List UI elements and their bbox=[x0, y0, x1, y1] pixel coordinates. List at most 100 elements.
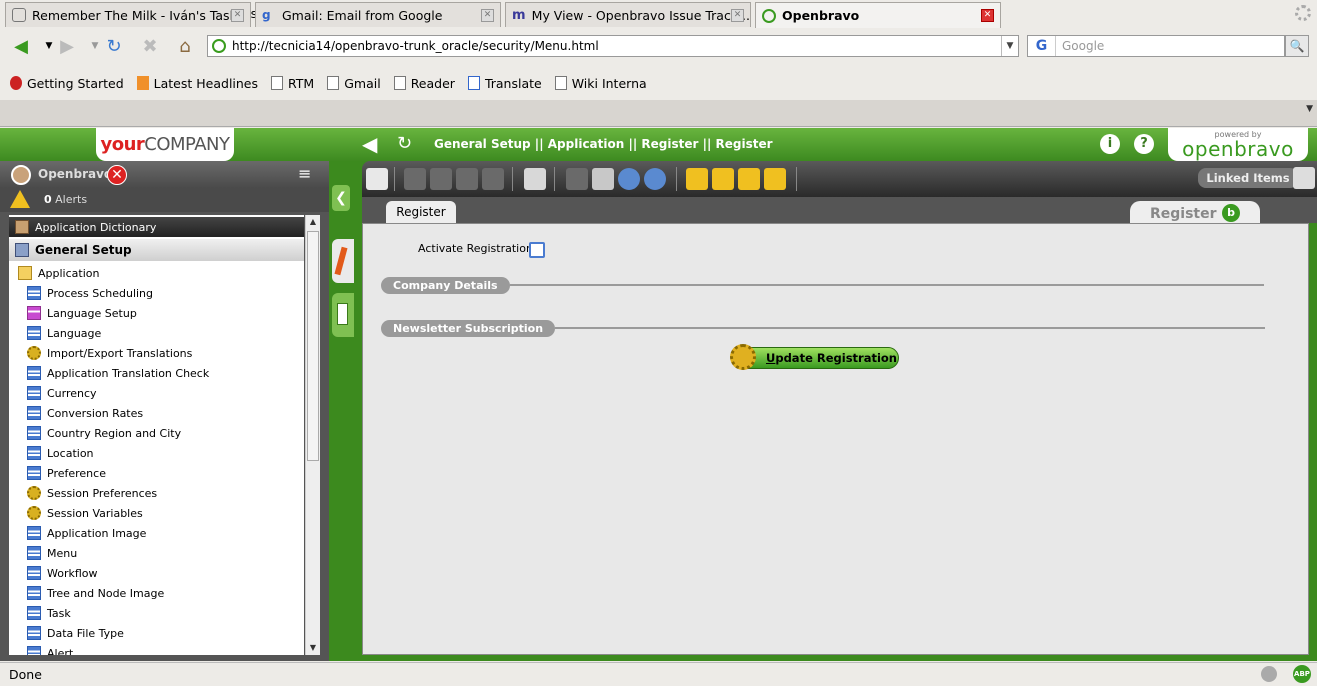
status-indicator-icon[interactable] bbox=[1261, 666, 1277, 682]
section-company-details[interactable]: Company Details bbox=[381, 276, 1264, 294]
tree-item[interactable]: Conversion Rates bbox=[9, 403, 304, 423]
tab-list-icon[interactable]: ▼ bbox=[1306, 104, 1313, 114]
window-icon bbox=[27, 446, 41, 460]
browser-tab-gmail[interactable]: g Gmail: Email from Google ✕ bbox=[255, 2, 501, 27]
activate-registration-checkbox[interactable] bbox=[529, 242, 545, 258]
forward-arrow-icon[interactable]: ▶ bbox=[54, 33, 80, 59]
form-content: Activate Registration Company Details Ne… bbox=[362, 223, 1309, 655]
tree-item[interactable]: Import/Export Translations bbox=[9, 343, 304, 363]
tree-item[interactable]: Process Scheduling bbox=[9, 283, 304, 303]
back-arrow-icon[interactable]: ◀ bbox=[8, 33, 34, 59]
tree-item[interactable]: Language bbox=[9, 323, 304, 343]
menu-tree: Application Dictionary General Setup App… bbox=[9, 215, 304, 655]
scroll-thumb[interactable] bbox=[307, 231, 319, 461]
openbravo-app: your COMPANY ◀ ↻ General Setup || Applica… bbox=[0, 128, 1317, 661]
close-tab-icon[interactable]: ✕ bbox=[731, 9, 744, 22]
tree-item-label: Session Variables bbox=[47, 506, 143, 520]
copy-record-icon[interactable] bbox=[404, 168, 426, 190]
alerts-bar[interactable]: 0 Alerts bbox=[0, 188, 329, 212]
company-logo: your COMPANY bbox=[96, 128, 234, 161]
browser-tab-openbravo[interactable]: Openbravo ✕ bbox=[755, 2, 1001, 28]
last-record-icon[interactable] bbox=[764, 168, 786, 190]
window-icon bbox=[27, 286, 41, 300]
bookmark-icon bbox=[554, 76, 567, 90]
update-registration-button[interactable]: Update Registration bbox=[730, 344, 899, 370]
grid-view-icon[interactable] bbox=[332, 293, 354, 337]
user-name[interactable]: Openbravo bbox=[38, 167, 112, 181]
close-tab-icon[interactable]: ✕ bbox=[231, 9, 244, 22]
tree-item[interactable]: Data File Type bbox=[9, 623, 304, 643]
tree-item[interactable]: Language Setup bbox=[9, 303, 304, 323]
tree-item[interactable]: Alert bbox=[9, 643, 304, 655]
openbravo-logo[interactable]: powered by openbravo bbox=[1168, 128, 1308, 161]
tree-scrollbar[interactable]: ▲ ▼ bbox=[305, 215, 320, 655]
close-tab-icon[interactable]: ✕ bbox=[981, 9, 994, 22]
tree-item[interactable]: Menu bbox=[9, 543, 304, 563]
linked-items-icon[interactable] bbox=[1293, 167, 1315, 189]
browser-tab-rtm[interactable]: Remember The Milk - Iván's Tasks ✕ bbox=[5, 2, 251, 27]
logout-icon[interactable]: ✕ bbox=[107, 165, 127, 185]
refresh-icon[interactable]: ↻ bbox=[397, 133, 419, 155]
tree-item[interactable]: Application Image bbox=[9, 523, 304, 543]
window-icon bbox=[27, 566, 41, 580]
menu-panel: Openbravo ✕ ≡ 0 Alerts Application Dicti… bbox=[0, 161, 329, 661]
adblock-icon[interactable]: ABP bbox=[1293, 665, 1311, 683]
tree-item[interactable]: Location bbox=[9, 443, 304, 463]
bookmark-wiki-interna[interactable]: Wiki Interna bbox=[554, 76, 647, 91]
tree-item-application[interactable]: Application bbox=[9, 263, 304, 283]
copy-with-details-icon[interactable] bbox=[430, 168, 452, 190]
back-icon[interactable]: ◀ bbox=[362, 134, 384, 154]
save-new-icon[interactable] bbox=[482, 168, 504, 190]
bookmark-reader[interactable]: Reader bbox=[393, 76, 455, 91]
tree-item[interactable]: Workflow bbox=[9, 563, 304, 583]
first-record-icon[interactable] bbox=[686, 168, 708, 190]
tree-item[interactable]: Session Variables bbox=[9, 503, 304, 523]
bookmark-getting-started[interactable]: Getting Started bbox=[10, 76, 124, 91]
tree-item[interactable]: Preference bbox=[9, 463, 304, 483]
audit-trail-icon[interactable] bbox=[644, 168, 666, 190]
new-record-icon[interactable] bbox=[366, 168, 388, 190]
section-newsletter-subscription[interactable]: Newsletter Subscription bbox=[381, 319, 1266, 337]
window-icon bbox=[27, 546, 41, 560]
linked-items-button[interactable]: Linked Items bbox=[1198, 168, 1298, 188]
tree-item[interactable]: Task bbox=[9, 603, 304, 623]
attachment-icon[interactable] bbox=[592, 168, 614, 190]
reload-icon[interactable]: ↻ bbox=[101, 33, 127, 59]
openbravo-favicon-icon bbox=[762, 8, 776, 23]
tree-item[interactable]: Tree and Node Image bbox=[9, 583, 304, 603]
search-input[interactable]: G Google bbox=[1027, 35, 1285, 57]
bookmark-rtm[interactable]: RTM bbox=[271, 76, 314, 91]
delete-icon[interactable] bbox=[524, 168, 546, 190]
search-icon[interactable] bbox=[618, 168, 640, 190]
url-dropdown-icon[interactable]: ▼ bbox=[1001, 36, 1018, 56]
breadcrumb[interactable]: General Setup || Application || Register… bbox=[434, 137, 773, 151]
google-engine-icon[interactable]: G bbox=[1028, 36, 1056, 56]
scroll-up-icon[interactable]: ▲ bbox=[306, 215, 320, 229]
tree-item-application-dictionary[interactable]: Application Dictionary bbox=[9, 217, 304, 237]
url-bar[interactable]: http://tecnicia14/openbravo-trunk_oracle… bbox=[207, 35, 1019, 57]
bookmark-translate[interactable]: Translate bbox=[467, 76, 542, 91]
browser-tab-issue-tracker[interactable]: m My View - Openbravo Issue Track... ✕ bbox=[505, 2, 751, 27]
hide-menu-icon[interactable]: ❮ bbox=[332, 185, 350, 211]
edit-view-icon[interactable] bbox=[332, 239, 354, 283]
help-icon[interactable]: ? bbox=[1134, 134, 1154, 154]
bookmark-gmail[interactable]: Gmail bbox=[327, 76, 381, 91]
undo-icon[interactable] bbox=[566, 168, 588, 190]
scroll-down-icon[interactable]: ▼ bbox=[306, 641, 320, 655]
close-tab-icon[interactable]: ✕ bbox=[481, 9, 494, 22]
next-record-icon[interactable] bbox=[738, 168, 760, 190]
app-header: your COMPANY ◀ ↻ General Setup || Applica… bbox=[0, 128, 1317, 161]
info-icon[interactable]: i bbox=[1100, 134, 1120, 154]
stop-icon[interactable]: ✖ bbox=[137, 33, 163, 59]
save-icon[interactable] bbox=[456, 168, 478, 190]
tree-item[interactable]: Currency bbox=[9, 383, 304, 403]
tree-item[interactable]: Session Preferences bbox=[9, 483, 304, 503]
search-go-icon[interactable]: 🔍 bbox=[1285, 35, 1309, 57]
tree-item[interactable]: Country Region and City bbox=[9, 423, 304, 443]
tree-item[interactable]: Application Translation Check bbox=[9, 363, 304, 383]
bookmark-latest-headlines[interactable]: Latest Headlines bbox=[136, 76, 258, 91]
tree-item-general-setup[interactable]: General Setup bbox=[9, 239, 304, 261]
collapse-menu-icon[interactable]: ≡ bbox=[298, 164, 318, 186]
home-icon[interactable]: ⌂ bbox=[172, 33, 198, 59]
previous-record-icon[interactable] bbox=[712, 168, 734, 190]
